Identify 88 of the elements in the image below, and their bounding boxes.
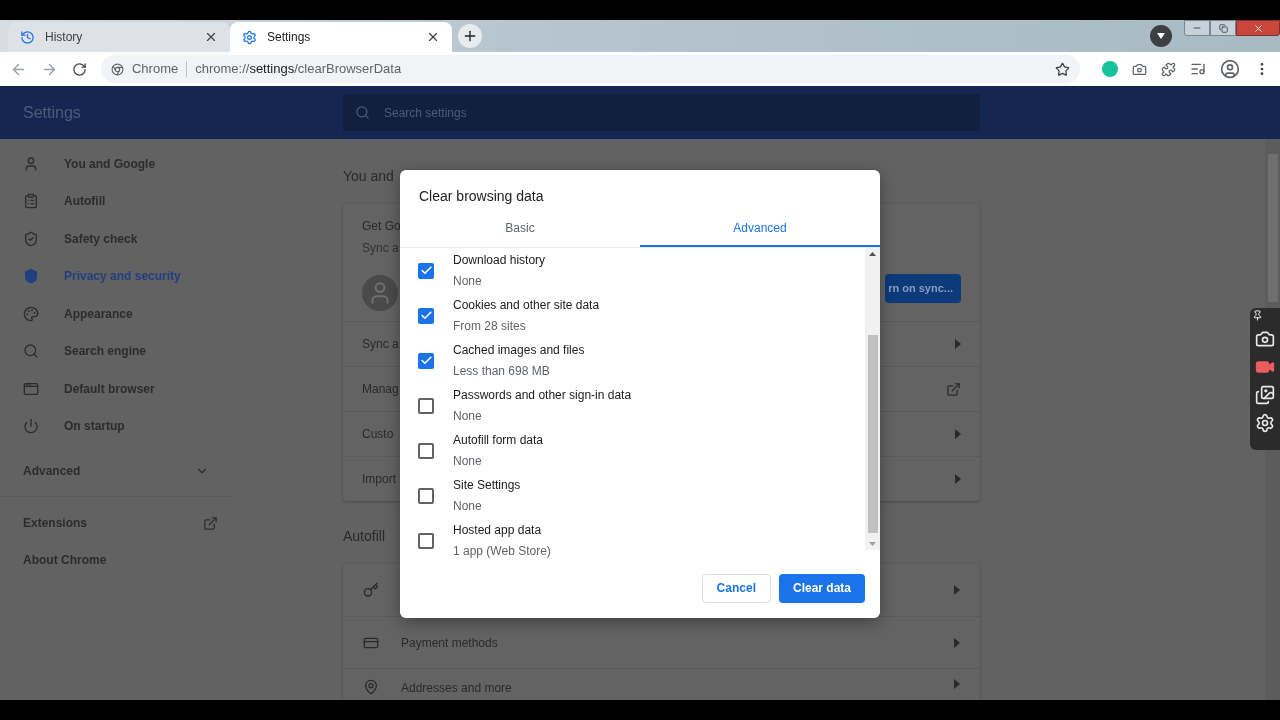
caret-icon <box>955 339 961 349</box>
section-heading: You and <box>343 168 394 184</box>
checkbox[interactable] <box>418 442 434 459</box>
external-link-icon <box>946 381 961 397</box>
row-label[interactable]: Addresses and more <box>401 681 512 695</box>
dialog-scrollbar[interactable] <box>865 248 880 550</box>
search-icon <box>23 343 39 360</box>
item-detail: 1 app (Web Store) <box>453 543 551 560</box>
item-label: Site Settings <box>453 477 521 494</box>
palette-icon <box>23 305 39 322</box>
caret-down-icon <box>1157 33 1165 39</box>
item-detail: From 28 sites <box>453 318 527 335</box>
close-icon[interactable] <box>426 30 440 44</box>
images-icon[interactable] <box>1255 385 1275 405</box>
checkbox[interactable] <box>418 307 434 324</box>
power-icon <box>23 418 39 435</box>
star-icon[interactable] <box>1055 61 1071 77</box>
item-label: Cookies and other site data <box>453 297 600 314</box>
pin-icon <box>363 679 379 695</box>
caret-icon <box>954 679 960 689</box>
row-label[interactable]: Manag <box>362 380 399 398</box>
checkbox[interactable] <box>418 532 434 549</box>
url-text: chrome://settings/clearBrowserData <box>195 60 403 79</box>
avatar-icon[interactable] <box>1220 59 1240 79</box>
dialog-tab[interactable]: Advanced <box>640 210 880 247</box>
pin-icon[interactable] <box>1252 310 1263 321</box>
search-field[interactable]: Search settings <box>343 94 980 131</box>
checkbox[interactable] <box>418 397 434 414</box>
checkbox[interactable] <box>418 262 434 279</box>
item-detail: None <box>453 273 483 290</box>
restore-icon <box>1218 23 1228 33</box>
clipboard-icon <box>23 193 39 210</box>
row-label[interactable]: Import <box>362 470 396 488</box>
browser-window-icon <box>23 380 39 397</box>
browser-logo-icon <box>110 62 124 76</box>
tab-title: Settings <box>267 29 312 46</box>
item-label: Autofill form data <box>453 432 544 449</box>
plus-icon <box>462 28 478 44</box>
item-label: Hosted app data <box>453 522 543 539</box>
settings-icon[interactable] <box>1255 413 1275 433</box>
dialog-tab[interactable]: Basic <box>400 210 640 247</box>
cancel-button[interactable]: Cancel <box>701 573 771 603</box>
item-detail: None <box>453 498 483 515</box>
puzzle-icon[interactable] <box>1161 61 1177 77</box>
address-bar[interactable]: Chrome chrome://settings/clearBrowserData <box>100 55 1081 83</box>
sidebar-item[interactable]: Privacy and security <box>0 257 256 295</box>
scroll-up-icon[interactable] <box>869 252 876 256</box>
caret-icon <box>955 474 961 484</box>
caret-icon <box>954 637 960 648</box>
restore-button[interactable] <box>1210 20 1236 36</box>
person-icon <box>23 155 39 172</box>
gear-icon <box>242 29 257 45</box>
checkbox[interactable] <box>418 487 434 504</box>
settings-title: Settings <box>22 102 82 123</box>
close-icon[interactable] <box>204 30 218 44</box>
caret-icon <box>954 585 960 595</box>
browser-tab[interactable]: History <box>8 22 230 52</box>
turn-on-sync-button[interactable]: rn on sync... <box>885 274 961 303</box>
item-label: Cached images and files <box>453 342 585 359</box>
search-placeholder: Search settings <box>384 104 467 122</box>
tab-title: History <box>45 29 84 46</box>
camera-icon[interactable] <box>1132 61 1148 77</box>
close-icon <box>1252 22 1264 34</box>
item-label: Passwords and other sign-in data <box>453 387 632 404</box>
item-detail: None <box>453 453 483 470</box>
item-label: Download history <box>453 252 546 269</box>
checkbox[interactable] <box>418 352 434 369</box>
browser-tab[interactable]: Settings <box>230 22 452 52</box>
shield-icon <box>23 268 39 285</box>
item-detail: Less than 698 MB <box>453 363 551 380</box>
item-detail: None <box>453 408 483 425</box>
search-icon <box>355 105 370 120</box>
history-icon <box>20 29 35 45</box>
camera-icon[interactable] <box>1255 329 1275 349</box>
dialog-title: Clear browsing data <box>419 188 544 204</box>
site-label: Chrome <box>131 60 179 79</box>
clear-data-button[interactable]: Clear data <box>778 573 865 603</box>
row-label[interactable]: Custo <box>362 425 394 443</box>
row-label[interactable]: Payment methods <box>401 635 498 650</box>
new-tab-button[interactable] <box>458 24 482 48</box>
tab-search-button[interactable] <box>1150 25 1172 47</box>
section-heading: Autofill <box>343 528 386 544</box>
media-list-icon[interactable] <box>1190 61 1206 77</box>
caret-icon <box>955 429 961 439</box>
shield-check-icon <box>23 230 39 247</box>
reload-icon[interactable] <box>71 61 87 77</box>
external-link-icon <box>203 515 218 531</box>
key-icon <box>363 582 379 598</box>
